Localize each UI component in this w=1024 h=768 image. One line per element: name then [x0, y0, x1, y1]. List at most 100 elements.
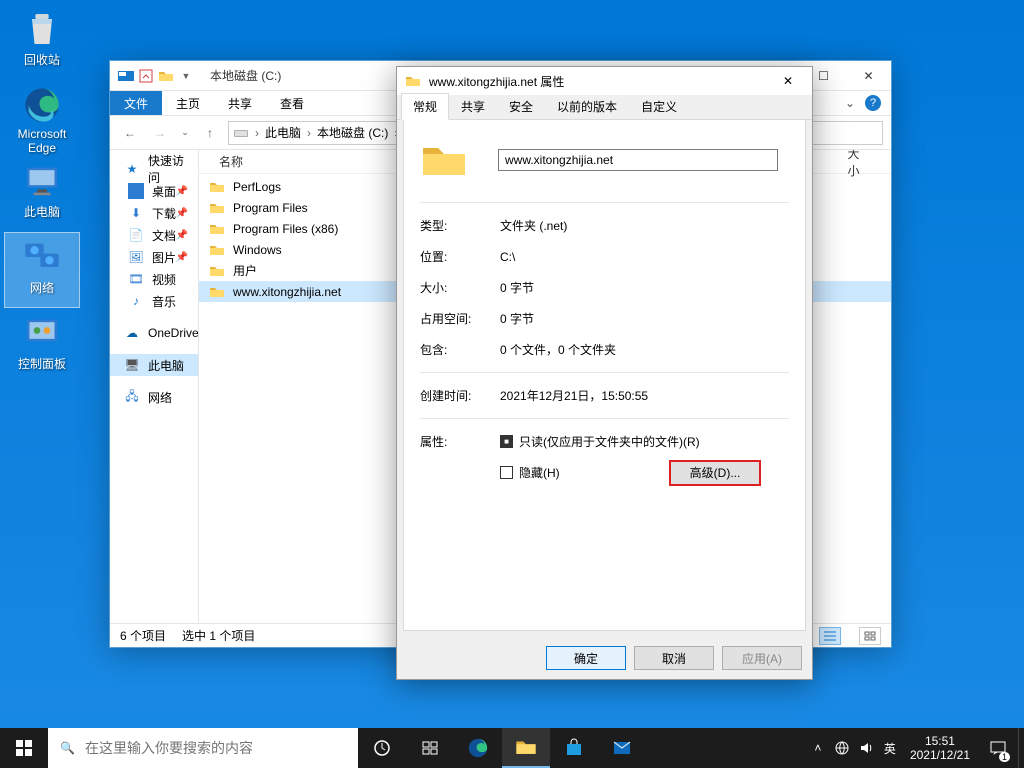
explorer-taskbar[interactable] [502, 728, 550, 768]
nav-downloads[interactable]: ⬇下载📌 [110, 202, 198, 224]
close-button[interactable]: ✕ [846, 61, 891, 91]
forward-button[interactable]: → [148, 121, 172, 145]
nav-documents[interactable]: 📄文档📌 [110, 224, 198, 246]
nav-network[interactable]: 🖧网络 [110, 386, 198, 408]
tray-overflow[interactable]: ˄ [806, 728, 830, 768]
pin-icon: 📌 [176, 252, 188, 263]
ribbon-expand-icon[interactable]: ⌄ [845, 96, 855, 110]
nav-videos[interactable]: 🎞视频 [110, 268, 198, 290]
folder-icon [209, 200, 225, 216]
taskbar-search[interactable]: 🔍 [48, 728, 358, 768]
value-size: 0 字节 [500, 279, 534, 296]
up-button[interactable]: ↑ [198, 121, 222, 145]
qat-dropdown-icon[interactable]: ▼ [178, 68, 194, 84]
control-panel[interactable]: 控制面板 [4, 308, 80, 384]
store-taskbar[interactable] [550, 728, 598, 768]
tray-network-icon[interactable] [830, 728, 854, 768]
status-count: 6 个项目 [120, 627, 166, 644]
recent-dropdown[interactable]: ⌄ [178, 121, 192, 145]
show-desktop-button[interactable] [1018, 728, 1024, 768]
edge-icon [467, 737, 489, 759]
edge-icon [22, 85, 62, 125]
cp-label: 控制面板 [18, 355, 66, 372]
tab-previous-versions[interactable]: 以前的版本 [545, 93, 629, 120]
notif-badge: 1 [999, 752, 1010, 762]
folder-icon [405, 73, 421, 89]
edge-taskbar[interactable] [454, 728, 502, 768]
tray-ime[interactable]: 英 [878, 728, 902, 768]
hidden-checkbox[interactable]: 隐藏(H) [500, 464, 560, 481]
value-location: C:\ [500, 250, 515, 264]
value-contains: 0 个文件，0 个文件夹 [500, 341, 616, 358]
tray-time: 15:51 [910, 734, 970, 748]
label-attrs: 属性: [420, 433, 500, 450]
folder-icon [209, 263, 225, 279]
new-folder-qat-icon[interactable] [158, 68, 174, 84]
status-selected: 选中 1 个项目 [182, 627, 255, 644]
monitor-icon: 🖥 [124, 357, 140, 373]
help-icon[interactable]: ? [865, 95, 881, 111]
advanced-button[interactable]: 高级(D)... [669, 460, 761, 486]
tab-general[interactable]: 常规 [401, 93, 449, 120]
desktop-icon [128, 183, 144, 199]
icons-view-button[interactable] [859, 627, 881, 645]
network-label: 网络 [30, 279, 54, 296]
trash-icon [22, 9, 62, 49]
app-icon [118, 68, 134, 84]
checkbox-empty-icon [500, 466, 513, 479]
tray-volume-icon[interactable] [854, 728, 878, 768]
label-location: 位置: [420, 248, 500, 265]
label-contains: 包含: [420, 341, 500, 358]
back-button[interactable]: ← [118, 121, 142, 145]
details-view-button[interactable] [819, 627, 841, 645]
crumb-pc[interactable]: 此电脑 [265, 124, 301, 141]
nav-this-pc[interactable]: 🖥此电脑 [110, 354, 198, 376]
search-icon: 🔍 [60, 741, 75, 755]
nav-pictures[interactable]: 🖼图片📌 [110, 246, 198, 268]
tab-custom[interactable]: 自定义 [629, 93, 689, 120]
tab-view[interactable]: 查看 [266, 91, 318, 115]
folder-icon [209, 179, 225, 195]
cortana-button[interactable] [406, 728, 454, 768]
folder-name-input[interactable] [498, 149, 778, 171]
tray-clock[interactable]: 15:51 2021/12/21 [902, 734, 978, 762]
cortana-icon [421, 739, 439, 757]
windows-icon [16, 740, 32, 756]
tab-share[interactable]: 共享 [449, 93, 497, 120]
network-icon: 🖧 [124, 389, 140, 405]
crumb-drive[interactable]: 本地磁盘 (C:) [317, 124, 388, 141]
nav-desktop[interactable]: 桌面📌 [110, 180, 198, 202]
general-panel: 类型:文件夹 (.net) 位置:C:\ 大小:0 字节 占用空间:0 字节 包… [403, 120, 806, 631]
tab-security[interactable]: 安全 [497, 93, 545, 120]
nav-pane: ★快速访问 桌面📌 ⬇下载📌 📄文档📌 🖼图片📌 🎞视频 ♪音乐 ☁OneDri… [110, 150, 199, 623]
cancel-button[interactable]: 取消 [634, 646, 714, 670]
nav-music[interactable]: ♪音乐 [110, 290, 198, 312]
tab-home[interactable]: 主页 [162, 91, 214, 115]
taskbar-search-input[interactable] [85, 740, 346, 756]
nav-onedrive[interactable]: ☁OneDrive [110, 322, 198, 344]
properties-qat-icon[interactable] [138, 68, 154, 84]
checkbox-indeterminate-icon [500, 435, 513, 448]
this-pc[interactable]: 此电脑 [4, 156, 80, 232]
monitor-icon [22, 161, 62, 201]
mail-taskbar[interactable] [598, 728, 646, 768]
dialog-titlebar[interactable]: www.xitongzhijia.net 属性 ✕ [397, 67, 812, 95]
task-view-button[interactable] [358, 728, 406, 768]
readonly-checkbox[interactable]: 只读(仅应用于文件夹中的文件)(R) [500, 433, 700, 450]
apply-button[interactable]: 应用(A) [722, 646, 802, 670]
tab-share[interactable]: 共享 [214, 91, 266, 115]
value-created: 2021年12月21日，15:50:55 [500, 387, 648, 404]
folder-icon [209, 242, 225, 258]
recycle-bin[interactable]: 回收站 [4, 4, 80, 80]
ok-button[interactable]: 确定 [546, 646, 626, 670]
action-center-button[interactable]: 1 [978, 728, 1018, 768]
value-type: 文件夹 (.net) [500, 217, 567, 234]
start-button[interactable] [0, 728, 48, 768]
network[interactable]: 网络 [4, 232, 80, 308]
pin-icon: 📌 [176, 230, 188, 241]
tab-file[interactable]: 文件 [110, 91, 162, 115]
edge[interactable]: Microsoft Edge [4, 80, 80, 156]
label-created: 创建时间: [420, 387, 500, 404]
dialog-close-button[interactable]: ✕ [768, 67, 808, 95]
nav-quick-access[interactable]: ★快速访问 [110, 158, 198, 180]
